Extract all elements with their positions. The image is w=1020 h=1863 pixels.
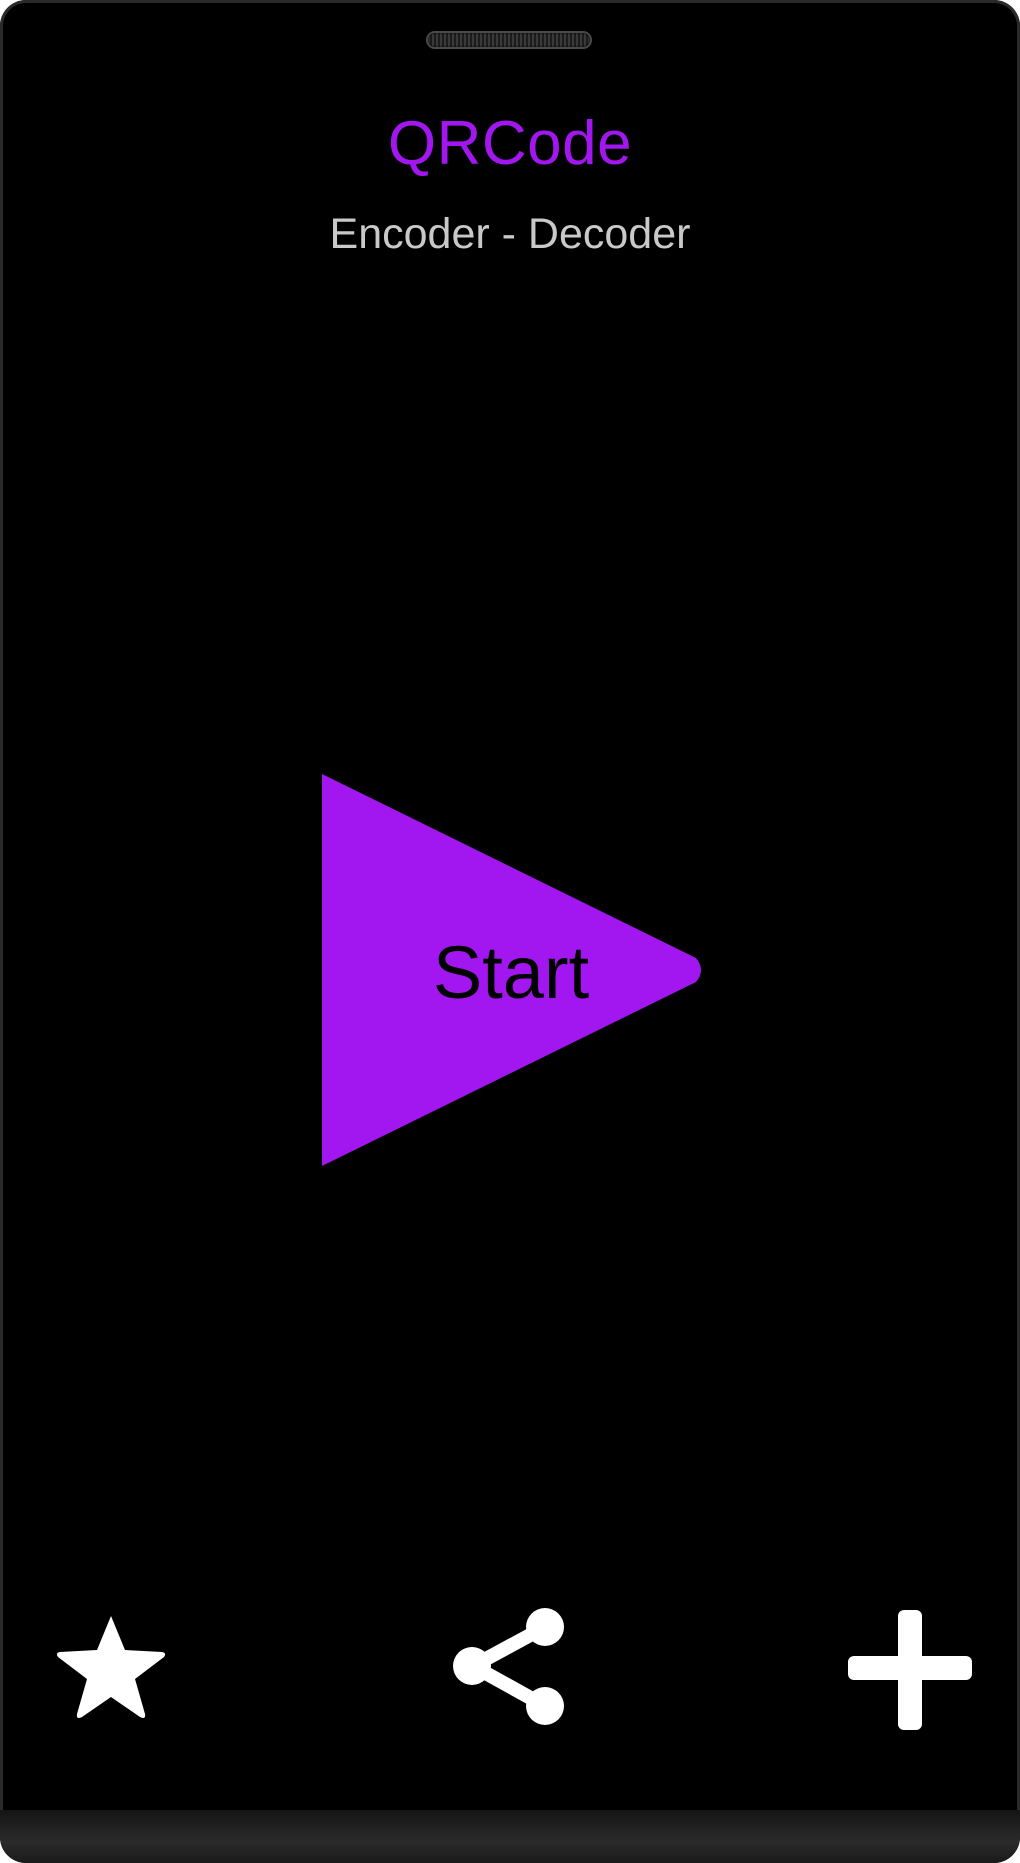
plus-icon [848, 1610, 972, 1730]
share-icon [453, 1608, 564, 1725]
device-frame: QRCode Encoder - Decoder Start [0, 0, 1020, 1863]
favorite-button[interactable] [46, 1600, 176, 1730]
start-button[interactable]: Start [320, 772, 702, 1168]
play-triangle-icon [322, 774, 701, 1166]
add-button[interactable] [845, 1600, 975, 1730]
app-title: QRCode [387, 109, 633, 178]
bottom-toolbar [0, 1590, 1020, 1730]
star-icon [56, 1616, 166, 1718]
device-bottom-bezel [0, 1810, 1020, 1863]
share-button[interactable] [445, 1600, 575, 1730]
app-subtitle: Encoder - Decoder [329, 210, 691, 258]
speaker-grille [428, 33, 590, 47]
